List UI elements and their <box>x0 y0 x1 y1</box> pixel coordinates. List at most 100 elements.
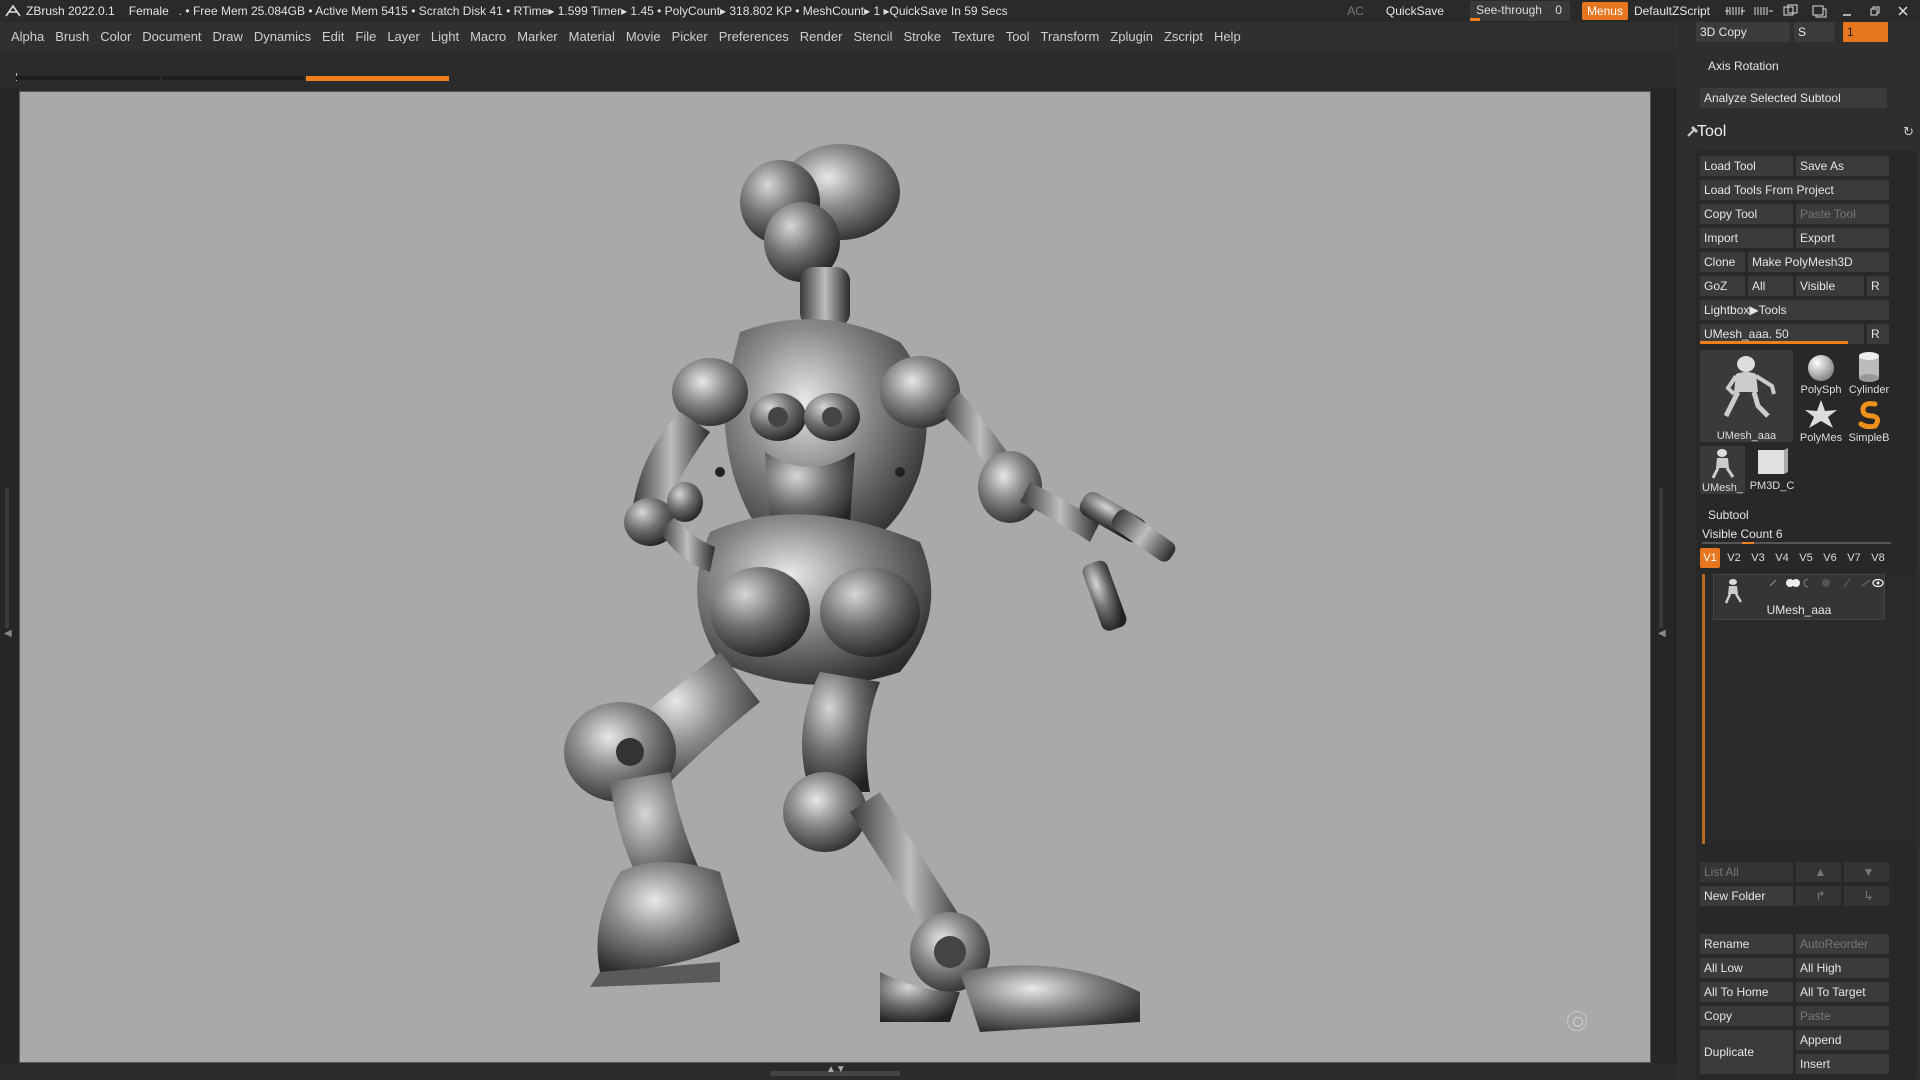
value-input[interactable]: 1 <box>1843 22 1888 42</box>
load-tools-from-project-button[interactable]: Load Tools From Project <box>1700 180 1889 200</box>
menu-file[interactable]: File <box>355 29 376 44</box>
menu-stencil[interactable]: Stencil <box>853 29 892 44</box>
menu-help[interactable]: Help <box>1214 29 1241 44</box>
bottom-tray-edge[interactable]: ▲▼ <box>0 1063 1690 1080</box>
interface-slider-icon-2[interactable] <box>1752 3 1774 19</box>
version-tab-v1[interactable]: V1 <box>1700 548 1720 568</box>
strip-segment-2[interactable] <box>162 76 304 80</box>
menu-light[interactable]: Light <box>431 29 459 44</box>
move-down-arrow-icon[interactable]: ▼ <box>1844 862 1889 882</box>
version-tab-v8[interactable]: V8 <box>1868 548 1888 568</box>
menu-render[interactable]: Render <box>800 29 843 44</box>
default-zscript-button[interactable]: DefaultZScript <box>1634 4 1710 18</box>
left-tray-edge[interactable]: ◀ <box>0 88 18 1080</box>
list-all-button[interactable]: List All <box>1700 862 1793 882</box>
strip-segment-1[interactable] <box>16 76 160 80</box>
menu-macro[interactable]: Macro <box>470 29 506 44</box>
goz-r-button[interactable]: R <box>1867 276 1889 296</box>
analyze-selected-subtool-button[interactable]: Analyze Selected Subtool <box>1700 88 1887 108</box>
import-button[interactable]: Import <box>1700 228 1793 248</box>
close-icon[interactable] <box>1892 3 1914 19</box>
subtool-toggle-icons[interactable] <box>1766 577 1884 589</box>
menu-marker[interactable]: Marker <box>517 29 557 44</box>
all-low-button[interactable]: All Low <box>1700 958 1793 978</box>
tool-thumb-cylinder[interactable]: Cylinder <box>1845 350 1893 396</box>
left-arrow-icon[interactable]: ◀ <box>4 628 12 639</box>
autoreorder-button[interactable]: AutoReorder <box>1796 934 1889 954</box>
see-through-slider[interactable]: See-through 0 <box>1469 1 1570 21</box>
right-tray-handle[interactable] <box>1659 488 1663 628</box>
visible-count-slider[interactable] <box>1702 542 1891 544</box>
ac-label[interactable]: AC <box>1347 4 1364 18</box>
load-tool-button[interactable]: Load Tool <box>1700 156 1793 176</box>
paste-button[interactable]: Paste <box>1796 1006 1889 1026</box>
clone-button[interactable]: Clone <box>1700 252 1745 272</box>
strip-segment-active[interactable] <box>306 76 449 81</box>
move-up-arrow-icon[interactable]: ▲ <box>1796 862 1841 882</box>
tool-thumb-polymesh[interactable]: PolyMes <box>1797 398 1845 444</box>
visible-count-label[interactable]: Visible Count 6 <box>1702 527 1783 541</box>
menu-brush[interactable]: Brush <box>55 29 89 44</box>
menu-zscript[interactable]: Zscript <box>1164 29 1203 44</box>
version-tab-v2[interactable]: V2 <box>1724 548 1744 568</box>
copy-tool-button[interactable]: Copy Tool <box>1700 204 1793 224</box>
save-as-button[interactable]: Save As <box>1796 156 1889 176</box>
menu-alpha[interactable]: Alpha <box>11 29 44 44</box>
append-button[interactable]: Append <box>1796 1030 1889 1050</box>
current-tool-slider[interactable]: UMesh_aaa. 50 <box>1700 324 1864 344</box>
subtool-item[interactable]: UMesh_aaa <box>1713 574 1885 620</box>
tool-palette-header[interactable]: Tool ↻ <box>1677 120 1920 144</box>
quicksave-button[interactable]: QuickSave <box>1386 4 1444 18</box>
version-tab-v5[interactable]: V5 <box>1796 548 1816 568</box>
restore-layout-icon[interactable] <box>1808 3 1830 19</box>
version-tab-v6[interactable]: V6 <box>1820 548 1840 568</box>
lightbox-tools-button[interactable]: Lightbox▶Tools <box>1700 300 1889 320</box>
subtool-title[interactable]: Subtool <box>1708 508 1749 522</box>
axis-rotation-label[interactable]: Axis Rotation <box>1708 59 1779 73</box>
menu-document[interactable]: Document <box>142 29 201 44</box>
canvas-viewport[interactable] <box>19 91 1651 1063</box>
folder-down-icon[interactable]: ↳ <box>1844 886 1889 906</box>
all-to-target-button[interactable]: All To Target <box>1796 982 1889 1002</box>
menu-material[interactable]: Material <box>569 29 615 44</box>
subtool-list[interactable]: UMesh_aaa <box>1702 574 1917 844</box>
version-tab-v3[interactable]: V3 <box>1748 548 1768 568</box>
menu-movie[interactable]: Movie <box>626 29 661 44</box>
rename-button[interactable]: Rename <box>1700 934 1793 954</box>
goz-button[interactable]: GoZ <box>1700 276 1745 296</box>
navigation-gizmo-icon[interactable] <box>1567 1011 1587 1031</box>
bottom-arrow-icon[interactable]: ▲▼ <box>826 1064 846 1075</box>
menu-zplugin[interactable]: Zplugin <box>1110 29 1153 44</box>
menu-layer[interactable]: Layer <box>387 29 420 44</box>
left-tray-handle[interactable] <box>5 488 9 628</box>
interface-slider-icon[interactable] <box>1724 3 1746 19</box>
menu-preferences[interactable]: Preferences <box>719 29 789 44</box>
menus-toggle-button[interactable]: Menus <box>1581 2 1628 20</box>
menu-color[interactable]: Color <box>100 29 131 44</box>
make-polymesh3d-button[interactable]: Make PolyMesh3D <box>1748 252 1889 272</box>
menu-transform[interactable]: Transform <box>1041 29 1100 44</box>
all-to-home-button[interactable]: All To Home <box>1700 982 1793 1002</box>
all-high-button[interactable]: All High <box>1796 958 1889 978</box>
minimize-icon[interactable] <box>1836 3 1858 19</box>
version-tab-v7[interactable]: V7 <box>1844 548 1864 568</box>
tool-thumb-polysphere[interactable]: PolySph <box>1797 350 1845 396</box>
folder-up-icon[interactable]: ↱ <box>1796 886 1841 906</box>
tool-thumb-pm3d[interactable]: PM3D_C <box>1748 446 1796 492</box>
menu-texture[interactable]: Texture <box>952 29 995 44</box>
right-arrow-icon[interactable]: ◀ <box>1658 628 1666 639</box>
insert-button[interactable]: Insert <box>1796 1054 1889 1074</box>
tool-thumb-umesh-aaa[interactable]: UMesh_aaa <box>1700 350 1793 442</box>
tool-thumb-simplebrush[interactable]: SimpleB <box>1845 398 1893 444</box>
tool-r-button[interactable]: R <box>1867 324 1889 344</box>
s-button[interactable]: S <box>1794 22 1834 42</box>
new-folder-button[interactable]: New Folder <box>1700 886 1793 906</box>
menu-stroke[interactable]: Stroke <box>903 29 941 44</box>
menu-tool[interactable]: Tool <box>1006 29 1030 44</box>
3d-copy-button[interactable]: 3D Copy <box>1696 22 1790 42</box>
paste-tool-button[interactable]: Paste Tool <box>1796 204 1889 224</box>
tool-reset-icon[interactable]: ↻ <box>1903 124 1914 140</box>
goz-all-button[interactable]: All <box>1748 276 1793 296</box>
tool-thumb-umesh-small[interactable]: UMesh_ <box>1700 446 1745 494</box>
export-button[interactable]: Export <box>1796 228 1889 248</box>
